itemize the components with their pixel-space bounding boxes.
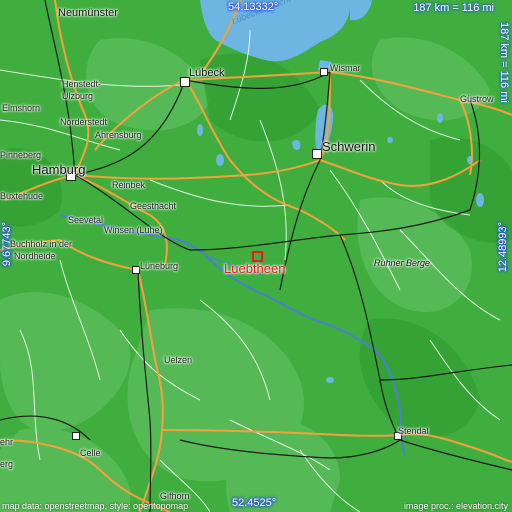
city-marker-schwerin bbox=[312, 149, 322, 159]
place-label-schwerin: Schwerin bbox=[322, 139, 376, 154]
place-label-geesthacht: Geesthacht bbox=[130, 201, 177, 211]
scale-vertical: 187 km = 116 mi bbox=[498, 22, 510, 103]
place-label-hamburg: Hamburg bbox=[32, 162, 86, 177]
place-label-neumunster: Neumünster bbox=[58, 7, 118, 19]
place-label-ehr-fragment: ehr bbox=[0, 437, 14, 447]
place-label-winsen: Winsen (Luhe) bbox=[104, 225, 163, 235]
attribution-right: image proc.: elevation.city bbox=[403, 501, 508, 511]
place-label-ruhner-berge: Ruhner Berge bbox=[374, 258, 431, 268]
place-label-buchholz: Buchholz in der bbox=[10, 239, 73, 249]
place-label-lubeck: Lübeck bbox=[189, 67, 225, 79]
coord-right: 12.48993° bbox=[497, 222, 509, 273]
place-label-buxtehude: Buxtehude bbox=[0, 191, 44, 201]
city-marker-wismar bbox=[320, 68, 328, 76]
place-label-reinbek: Reinbek bbox=[112, 180, 146, 190]
place-label-ahrensburg: Ahrensburg bbox=[95, 130, 142, 140]
place-label-henstedt: Henstedt- bbox=[62, 79, 102, 89]
place-label-ulzburg: Ulzburg bbox=[62, 91, 94, 101]
place-label-gifhorn: Gifhorn bbox=[160, 491, 190, 501]
place-label-seevetal: Seevetal bbox=[68, 215, 104, 225]
place-label-uelzen: Uelzen bbox=[164, 355, 193, 365]
map-view[interactable]: Lübecker Bucht Neumünster Lübeck Wismar … bbox=[0, 0, 512, 512]
city-marker-luneburg bbox=[132, 266, 140, 274]
place-label-norderstedt: Norderstedt bbox=[60, 117, 108, 127]
scale-horizontal: 187 km = 116 mi bbox=[413, 2, 494, 14]
city-marker-celle bbox=[72, 432, 80, 440]
place-label-wismar: Wismar bbox=[330, 63, 361, 73]
place-label-celle: Celle bbox=[80, 448, 101, 458]
coord-top: 54.13332° bbox=[228, 1, 279, 13]
place-label-erg-fragment: erg bbox=[0, 459, 14, 469]
place-label-nordheide: Nordheide bbox=[14, 251, 56, 261]
target-place-label[interactable]: Luebtheen bbox=[224, 262, 285, 275]
place-label-elmshorn: Elmshorn bbox=[2, 103, 41, 113]
place-label-pinneberg: Pinneberg bbox=[0, 150, 42, 160]
place-label-stendal: Stendal bbox=[398, 426, 429, 436]
attribution-left: map data: openstreetmap, style: opentopo… bbox=[2, 501, 189, 511]
place-label-luneburg: Lüneburg bbox=[140, 261, 179, 271]
coord-bottom: 52.4525° bbox=[232, 497, 277, 509]
place-label-gustrow: Güstrow bbox=[460, 94, 494, 104]
coord-left: 9.67743° bbox=[1, 222, 13, 267]
